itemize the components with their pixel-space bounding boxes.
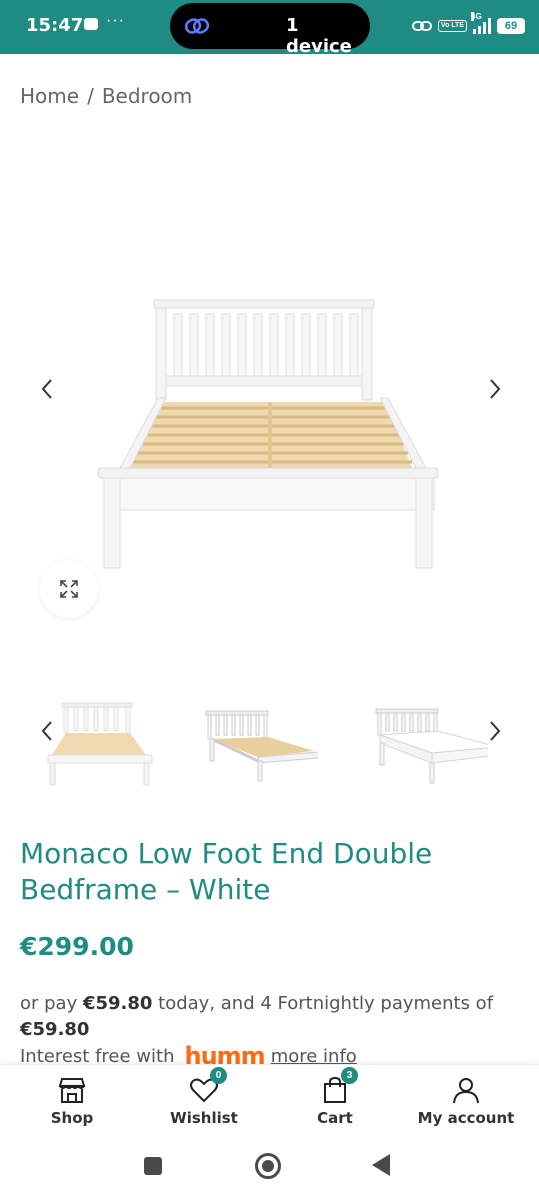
breadcrumb-bedroom-link[interactable]: Bedroom [102, 84, 192, 108]
expand-icon [60, 580, 78, 598]
signal-icon: 4G [471, 12, 491, 34]
cart-count-badge: 3 [341, 1067, 358, 1084]
pay-middle: today, and 4 Fortnightly payments of [152, 993, 494, 1014]
pill-label: 1 device [286, 15, 352, 57]
thumbnails-next-arrow-icon[interactable] [482, 717, 506, 745]
recent-apps-icon[interactable] [144, 1157, 162, 1175]
product-price: €299.00 [20, 932, 134, 961]
nav-shop[interactable]: Shop [12, 1075, 132, 1127]
link-icon [184, 18, 210, 34]
network-type: 4G [471, 12, 482, 21]
breadcrumb-separator: / [87, 84, 94, 108]
thumbnail-3[interactable] [372, 695, 488, 791]
back-button-icon[interactable] [372, 1154, 390, 1176]
breadcrumb: Home / Bedroom [20, 84, 192, 108]
connected-devices-pill[interactable]: 1 device [170, 3, 370, 57]
thumbnail-1[interactable] [44, 695, 160, 791]
volte-icon: Vo LTE [437, 20, 467, 32]
installment-text: or pay €59.80 today, and 4 Fortnightly p… [20, 991, 520, 1043]
nav-cart[interactable]: 3 Cart [275, 1067, 395, 1127]
thumbnail-2[interactable] [202, 695, 318, 791]
nav-wishlist-label: Wishlist [170, 1109, 238, 1127]
hotspot-link-icon [411, 21, 432, 31]
pay-amount-today: €59.80 [82, 993, 153, 1014]
status-icons: Vo LTE 4G 69 [411, 12, 525, 38]
home-button-icon[interactable] [255, 1153, 281, 1179]
sim-icon [84, 18, 98, 30]
shop-icon [58, 1078, 86, 1103]
bottom-navigation: Shop 0 Wishlist 3 Cart My account [0, 1064, 539, 1136]
wishlist-count-badge: 0 [210, 1067, 227, 1084]
battery-icon: 69 [497, 18, 525, 34]
nav-my-account[interactable]: My account [406, 1075, 526, 1127]
thumbnails-prev-arrow-icon[interactable] [36, 717, 60, 745]
status-bar: 15:47 ··· 1 device Vo LTE 4G 69 [0, 0, 539, 57]
breadcrumb-home-link[interactable]: Home [20, 84, 79, 108]
android-nav-bar [0, 1136, 539, 1200]
more-notifications-icon: ··· [106, 12, 125, 29]
zoom-button[interactable] [40, 560, 98, 618]
status-time: 15:47 [26, 15, 84, 36]
pay-amount-fortnightly: €59.80 [20, 1019, 90, 1040]
gallery-prev-arrow-icon[interactable] [36, 375, 60, 403]
user-icon [453, 1078, 479, 1104]
nav-account-label: My account [417, 1109, 515, 1127]
nav-cart-label: Cart [317, 1109, 353, 1127]
nav-wishlist[interactable]: 0 Wishlist [144, 1067, 264, 1127]
nav-shop-label: Shop [50, 1109, 94, 1127]
pay-prefix: or pay [20, 993, 83, 1014]
gallery-next-arrow-icon[interactable] [482, 375, 506, 403]
product-main-image[interactable] [90, 290, 450, 580]
product-title: Monaco Low Foot End Double Bedframe – Wh… [20, 837, 433, 906]
